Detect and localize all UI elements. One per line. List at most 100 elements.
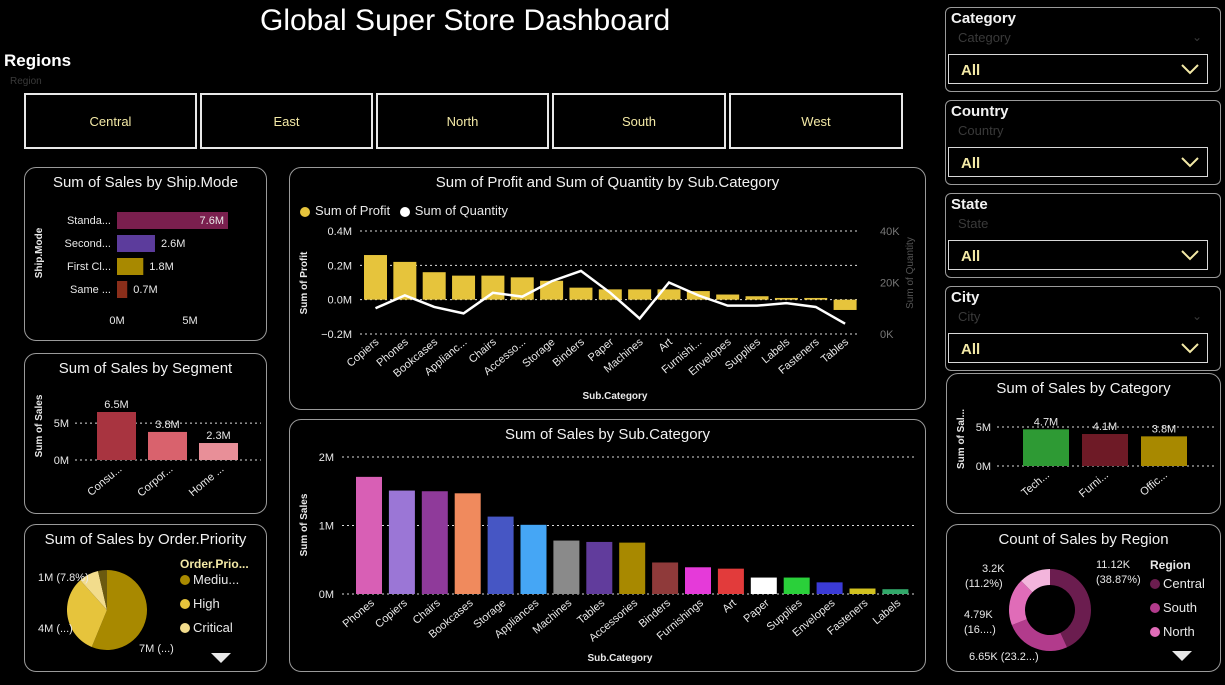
region-button-north[interactable]: North [376,93,549,149]
category-chart: Sum of Sal... 5M 0M 4.7M Tech... 4.1M Furni..… [956,409,1215,500]
bar [1023,429,1069,466]
legend-title: Order.Prio... [180,557,249,571]
legend-swatch [180,599,190,609]
x-tick-label: Tables [819,336,851,366]
bar [199,443,238,460]
bar [487,516,514,594]
bar [569,287,593,300]
chevron-down-icon: ⌄ [1191,30,1202,44]
country-dropdown[interactable]: All [948,147,1208,177]
data-label: (11.2%) [965,578,1003,590]
category-dropdown[interactable]: All [948,54,1208,84]
state-dropdown[interactable]: All [948,240,1208,270]
bar [586,541,613,594]
bar [388,490,415,594]
profitqty-card: Sum of Profit and Sum of Quantity by Sub… [289,167,926,410]
bar [849,588,876,594]
city-slicer-placeholder: City [958,309,981,324]
data-label: 7M (...) [139,643,174,655]
region-button-east[interactable]: East [200,93,373,149]
bar [1082,434,1128,466]
y-tick-label: 5M [54,418,69,430]
shipmode-chart: Ship.Mode Standa... 7.6M Second... 2.6M Firs… [34,212,228,327]
x-tick-label: Storage [520,336,557,370]
y2-tick-label: 20K [880,278,900,290]
y-tick-label: 0.0M [328,295,352,307]
data-label: 3.2K [982,563,1005,575]
subcat-card: Sum of Sales by Sub.Category Sum of Sale… [289,419,926,672]
region-button-south[interactable]: South [552,93,726,149]
chevron-down-icon [1181,64,1199,75]
data-label: 1.8M [149,261,173,273]
bar [750,577,777,594]
regions-header: Region [10,76,42,87]
bar [117,235,155,252]
city-dropdown[interactable]: All [948,333,1208,363]
bar [356,476,382,594]
x-tick-label: Corpor... [135,463,175,499]
y-tick-label: First Cl... [67,261,111,273]
segment-y-label: Sum of Sales [34,394,45,457]
bar [540,280,564,300]
y2-tick-label: 40K [880,226,900,238]
category-y-label: Sum of Sal... [956,409,967,469]
y-tick-label: 0M [54,455,69,467]
data-label: 4.7M [1034,416,1058,428]
subcat-chart: Sum of Sales Sub.Category 2M 1M 0M PhonesCo… [299,452,915,664]
y-tick-label: 0M [319,589,334,601]
data-label: (16....) [964,624,996,636]
legend-swatch [180,575,190,585]
legend-label: Mediu... [193,572,239,587]
data-label: 7.6M [200,215,224,227]
page-title: Global Super Store Dashboard [260,4,671,37]
bar [393,261,417,300]
chevron-down-icon: ⌄ [1191,309,1202,323]
legend-label: Critical [193,620,233,635]
state-slicer-label: State [951,196,988,213]
bar [422,272,446,300]
data-label: 6.65K (23.2...) [969,651,1039,663]
bar [481,275,505,300]
shipmode-y-label: Ship.Mode [34,227,45,278]
bar [454,493,481,594]
profitqty-chart: Sum of Profit Sum of Quantity Sub.Catego… [299,226,916,402]
bar [117,258,144,275]
region-button-west[interactable]: West [729,93,903,149]
category-card: Sum of Sales by Category Sum of Sal... 5… [946,373,1221,514]
bar [774,297,798,300]
scroll-down-icon[interactable] [211,653,231,663]
bar [652,562,679,594]
data-label: (38.87%) [1096,574,1141,586]
region-button-central[interactable]: Central [24,93,197,149]
city-slicer: City City ⌄ All [945,286,1221,371]
bar [97,412,136,460]
data-label: 1M (7.8%) [38,572,89,584]
data-label: 3.8M [1152,423,1176,435]
legend-label: Central [1163,576,1205,591]
data-label: 0.7M [133,284,157,296]
y-tick-label: 1M [319,521,334,533]
bar [716,294,740,300]
segment-card: Sum of Sales by Segment Sum of Sales 5M 0… [24,353,267,514]
region-card: Count of Sales by Region 11.12K (38.87%) 6… [946,524,1221,672]
country-dropdown-value: All [961,155,981,172]
bar [148,431,187,460]
y-tick-label: 5M [976,422,991,434]
x-tick-label: 5M [182,315,197,327]
bar [685,567,711,594]
y-tick-label: 0.2M [328,260,352,272]
bar [628,289,652,300]
bar [816,582,843,594]
x-tick-label: 0M [109,315,124,327]
bar [553,540,580,594]
y-tick-label: 0M [976,461,991,473]
category-slicer: Category Category ⌄ All [945,7,1221,92]
region-chart: 11.12K (38.87%) 6.65K (23.2...) 4.79K (16...… [964,558,1205,663]
x-tick-label: Furni... [1077,469,1111,500]
scroll-down-icon[interactable] [1172,651,1192,661]
priority-chart: 7M (...) 4M (...) 1M (7.8%) Order.Prio...Me… [38,557,249,663]
x-tick-label: Offic... [1138,469,1170,499]
x-tick-label: Consu... [85,463,124,499]
x-tick-label: Copiers [373,597,410,631]
data-label: 4.1M [1093,421,1117,433]
